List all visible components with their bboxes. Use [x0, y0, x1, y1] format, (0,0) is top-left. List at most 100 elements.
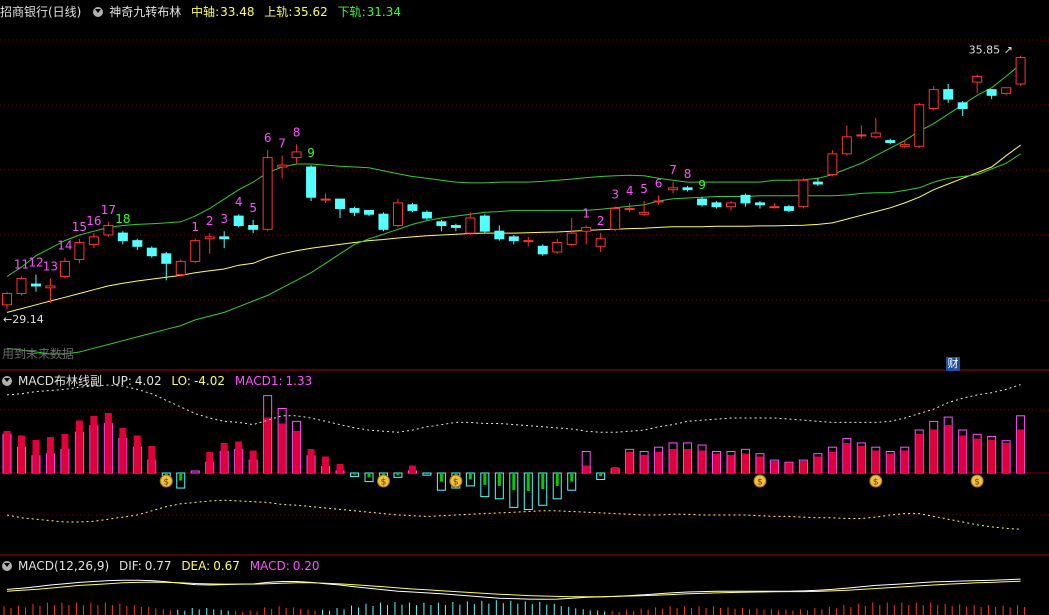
macd-red-fill — [886, 453, 894, 473]
macd-red-fill — [872, 450, 880, 473]
macd-red-fill — [104, 413, 112, 473]
macd-dropdown-icon[interactable] — [2, 561, 12, 571]
candle-up — [523, 240, 534, 243]
macd-red-fill — [264, 417, 272, 473]
macd-green-fill — [353, 473, 357, 475]
candle-down — [219, 236, 230, 240]
candle-down — [378, 213, 389, 230]
finance-badge[interactable]: 财 — [946, 357, 960, 371]
candle-up — [291, 151, 302, 159]
money-bag-symbol: $ — [163, 478, 169, 488]
macd-red-fill — [3, 431, 11, 473]
macd-red-fill — [148, 446, 156, 473]
chart-canvas: 11 12 131415 1617181 2 34 56 789123 4 5 67 8935.85 … — [0, 39, 1049, 615]
candle-down — [306, 166, 317, 198]
mid-label: 中轴 — [191, 5, 216, 19]
candle-down — [986, 89, 997, 96]
macd-green-fill — [555, 473, 559, 486]
indicator-name[interactable]: 神奇九转布林 — [109, 5, 181, 19]
candle-down — [697, 198, 708, 206]
candle-down — [479, 215, 490, 232]
candle-up — [277, 164, 288, 168]
stock-name[interactable]: 招商银行(日线) — [0, 5, 81, 19]
dif-label: DIF: — [118, 559, 142, 573]
macd-boll-lo-value: -4.02 — [193, 374, 226, 388]
money-bag-symbol: $ — [873, 478, 879, 488]
boll-dn-line — [6, 153, 1021, 355]
macd-red-fill — [915, 434, 923, 473]
candle-up — [624, 208, 635, 211]
candle-up — [827, 153, 838, 176]
macd-red-fill — [640, 455, 648, 473]
candle-up — [59, 260, 70, 277]
candle-down — [537, 245, 548, 255]
macd-boll-up-label: UP: — [111, 374, 132, 388]
money-bag-symbol: $ — [453, 478, 459, 488]
macd-red-fill — [119, 428, 127, 473]
low-price-label: ←29.14 — [3, 313, 44, 326]
candle-down — [248, 225, 259, 230]
macd-value: 0.20 — [292, 559, 320, 573]
candle-up — [798, 179, 809, 208]
up-value: 35.62 — [293, 5, 328, 19]
candle-down — [508, 236, 519, 242]
macd-green-fill — [483, 473, 487, 485]
macd-green-fill — [425, 473, 429, 475]
candle-up — [552, 242, 563, 253]
nine-turn-count: 3 — [220, 212, 228, 226]
candle-up — [2, 292, 12, 306]
nine-turn-count: 15 — [72, 220, 87, 234]
macd-red-fill — [1017, 429, 1025, 473]
macd-red-fill — [206, 452, 214, 473]
macd-red-fill — [930, 429, 938, 473]
macd-red-fill — [46, 437, 54, 473]
nine-turn-count: 17 — [101, 203, 116, 217]
candle-down — [146, 247, 157, 257]
macd-red-fill — [249, 450, 257, 473]
candle-up — [928, 89, 939, 110]
macd-red-fill — [1002, 443, 1010, 473]
candle-up — [668, 187, 679, 191]
macd-boll-dropdown-icon[interactable] — [2, 376, 12, 386]
dea-line — [6, 580, 1021, 598]
nine-turn-count: 12 — [28, 256, 43, 270]
dn-value: 31.34 — [366, 5, 401, 19]
nine-turn-count: 9 — [307, 146, 315, 160]
candle-down — [682, 187, 693, 191]
candle-up — [610, 208, 621, 230]
macd-red-fill — [901, 450, 909, 473]
candle-up — [103, 225, 114, 236]
candle-down — [494, 230, 505, 240]
candle-up — [190, 240, 201, 262]
macd-green-fill — [512, 473, 516, 491]
candle-down — [957, 102, 968, 110]
candle-down — [943, 89, 954, 100]
up-sep: : — [288, 5, 293, 19]
nine-turn-count: 11 — [14, 258, 29, 272]
macd-red-fill — [684, 449, 692, 473]
macd-boll-up-value: 4.02 — [134, 374, 162, 388]
future-data-watermark: 用到未来数据 — [2, 347, 75, 361]
macd-boll-name[interactable]: MACD布林线副 — [18, 374, 102, 388]
macd1-label: MACD1: — [234, 374, 283, 388]
main-header: 招商银行(日线) 神奇九转布林 中轴:33.48 上轨:35.62 下轨:31.… — [0, 3, 407, 21]
indicator-dropdown-icon[interactable] — [93, 7, 104, 17]
nine-turn-count: 8 — [684, 167, 692, 181]
macd-red-fill — [293, 431, 301, 473]
nine-turn-count: 16 — [86, 214, 101, 228]
candle-down — [30, 283, 41, 287]
macd-red-fill — [988, 440, 996, 473]
money-bag-symbol: $ — [757, 478, 763, 488]
candle-up — [653, 200, 664, 203]
candle-up — [45, 285, 56, 289]
money-bag-symbol: $ — [974, 478, 980, 488]
nine-turn-count: 9 — [698, 178, 706, 192]
dn-label: 下轨 — [337, 5, 362, 19]
candle-up — [726, 202, 736, 208]
macd-name[interactable]: MACD(12,26,9) — [18, 559, 109, 573]
macd-red-fill — [828, 452, 836, 473]
candle-down — [132, 240, 143, 247]
candle-up — [841, 136, 852, 155]
up-label: 上轨 — [264, 5, 289, 19]
candle-up — [639, 211, 650, 215]
